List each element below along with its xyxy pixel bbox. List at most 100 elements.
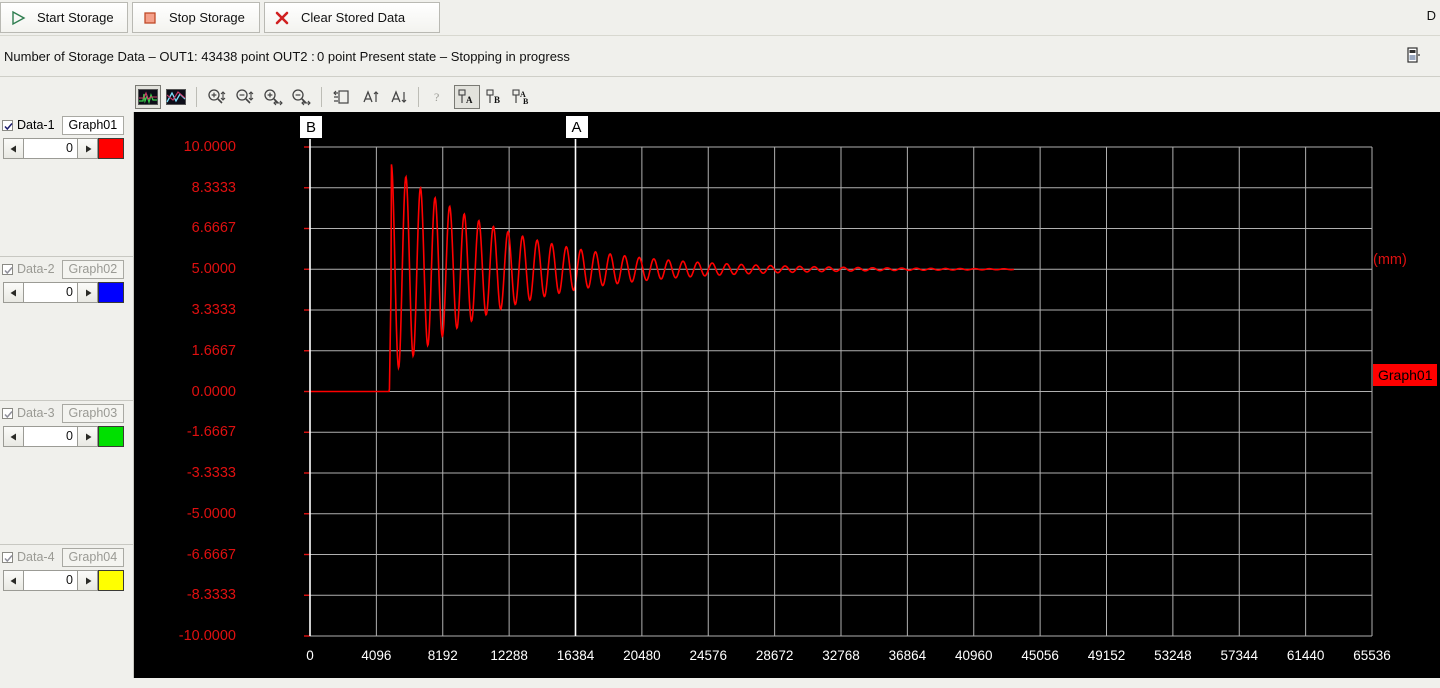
data-channel-panel: Data‑1 Graph01 0 Data‑2 Graph02 0 Data‑3 Graph0…	[0, 112, 134, 678]
zoom-out-vertical-icon[interactable]	[232, 85, 258, 109]
zoom-out-horizontal-icon[interactable]	[288, 85, 314, 109]
toolbar-separator	[196, 87, 197, 107]
channel-graph-name-field[interactable]: Graph02	[61, 259, 125, 279]
stepper-left-arrow-icon[interactable]	[3, 138, 24, 159]
graph-toolbar: ? A B A B	[134, 82, 1440, 112]
data-channel-block: Data‑1 Graph01 0	[0, 112, 134, 256]
channel-offset-value[interactable]: 0	[24, 426, 77, 447]
channel-enable-checkbox[interactable]	[2, 407, 13, 419]
top-toolbar: Start Storage Stop Storage Clear Stored …	[0, 0, 1440, 36]
channel-color-swatch[interactable]	[98, 570, 124, 591]
present-state-status: 0 point Present state – Stopping in prog…	[317, 49, 570, 64]
red-cross-icon	[273, 9, 291, 27]
help-cursor-icon[interactable]: ?	[426, 85, 452, 109]
x-axis-tick-label: 40960	[954, 648, 993, 663]
plot-canvas	[304, 122, 1373, 637]
svg-text:B: B	[494, 95, 500, 105]
channel-graph-name-field[interactable]: Graph04	[61, 547, 125, 567]
x-axis-tick-label: 57344	[1220, 648, 1259, 663]
channel-offset-stepper: 0	[3, 570, 124, 591]
dock-panel-label: D	[1426, 8, 1436, 23]
zoom-in-vertical-icon[interactable]	[204, 85, 230, 109]
x-axis-tick-label: 0	[306, 648, 314, 663]
x-axis-tick-label: 53248	[1154, 648, 1192, 663]
channel-enable-checkbox[interactable]	[2, 119, 13, 131]
channel-header: Data‑4 Graph04	[0, 547, 134, 567]
cursor-b-handle[interactable]: B	[299, 115, 323, 139]
channel-name-label: Data‑2	[17, 262, 55, 276]
fit-scale-icon[interactable]	[329, 85, 355, 109]
data-channel-block: Data‑4 Graph04 0	[0, 544, 134, 688]
graph-plot-area[interactable]: 10.0000 8.3333 6.6667 5.0000 3.3333 1.6667 0.0…	[134, 112, 1440, 678]
legend-graph01[interactable]: Graph01	[1373, 364, 1438, 386]
play-triangle-icon	[9, 9, 27, 27]
stepper-right-arrow-icon[interactable]	[77, 426, 98, 447]
y-axis-tick-label: -10.0000	[178, 628, 236, 644]
y-axis-tick-label: 3.3333	[191, 302, 236, 318]
x-axis-tick-label: 24576	[689, 648, 728, 663]
start-storage-button[interactable]: Start Storage	[0, 2, 128, 33]
channel-offset-value[interactable]: 0	[24, 138, 77, 159]
y-axis-tick-label: -5.0000	[186, 505, 236, 522]
scale-up-icon[interactable]	[357, 85, 383, 109]
channel-offset-stepper: 0	[3, 138, 124, 159]
channel-name-label: Data‑1	[17, 118, 55, 132]
stepper-left-arrow-icon[interactable]	[3, 570, 24, 591]
x-axis-tick-label: 16384	[556, 648, 595, 663]
channel-color-swatch[interactable]	[98, 426, 124, 447]
x-axis-tick-label: 65536	[1353, 648, 1391, 663]
graph-display-1-icon[interactable]	[135, 85, 161, 109]
channel-graph-name-field[interactable]: Graph01	[61, 115, 125, 135]
clear-stored-data-label: Clear Stored Data	[301, 10, 406, 25]
channel-offset-stepper: 0	[3, 426, 124, 447]
stop-storage-label: Stop Storage	[169, 10, 245, 25]
y-axis-tick-label: -3.3333	[186, 464, 236, 481]
x-axis-tick-label: 61440	[1286, 648, 1325, 663]
y-axis-unit-label: (mm)	[1373, 252, 1407, 268]
x-axis-tick-label: 8192	[427, 648, 458, 663]
y-axis-tick-label: -8.3333	[186, 587, 236, 604]
print-icon[interactable]	[1404, 44, 1438, 66]
cursor-b-icon[interactable]: B	[482, 85, 508, 109]
stepper-right-arrow-icon[interactable]	[77, 570, 98, 591]
toolbar-separator	[321, 87, 322, 107]
toolbar-separator	[418, 87, 419, 107]
channel-enable-checkbox[interactable]	[2, 263, 13, 275]
x-axis-tick-label: 49152	[1087, 648, 1126, 663]
cursor-ab-icon[interactable]: A B	[510, 85, 536, 109]
channel-graph-name-field[interactable]: Graph03	[61, 403, 125, 423]
y-axis-labels: 10.0000 8.3333 6.6667 5.0000 3.3333 1.6667 0.0…	[134, 112, 310, 678]
scale-down-icon[interactable]	[385, 85, 411, 109]
clear-stored-data-button[interactable]: Clear Stored Data	[264, 2, 440, 33]
cursor-a-icon[interactable]: A	[454, 85, 480, 109]
channel-header: Data‑3 Graph03	[0, 403, 134, 423]
stepper-left-arrow-icon[interactable]	[3, 282, 24, 303]
svg-text:A: A	[466, 95, 473, 105]
graph-display-2-icon[interactable]	[163, 85, 189, 109]
y-axis-tick-label: 1.6667	[191, 342, 236, 359]
x-axis-tick-label: 36864	[888, 648, 927, 663]
channel-offset-stepper: 0	[3, 282, 124, 303]
y-axis-tick-label: 6.6667	[191, 220, 236, 237]
svg-text:?: ?	[434, 90, 439, 104]
channel-offset-value[interactable]: 0	[24, 282, 77, 303]
x-axis-tick-label: 4096	[361, 648, 392, 663]
channel-divider	[0, 544, 134, 545]
x-axis-tick-label: 32768	[822, 648, 860, 663]
stepper-right-arrow-icon[interactable]	[77, 282, 98, 303]
channel-name-label: Data‑3	[17, 406, 55, 420]
channel-enable-checkbox[interactable]	[2, 551, 13, 563]
channel-name-label: Data‑4	[17, 550, 55, 564]
channel-color-swatch[interactable]	[98, 282, 124, 303]
zoom-in-horizontal-icon[interactable]	[260, 85, 286, 109]
channel-header: Data‑2 Graph02	[0, 259, 134, 279]
stop-storage-button[interactable]: Stop Storage	[132, 2, 260, 33]
channel-divider	[0, 400, 134, 401]
stepper-left-arrow-icon[interactable]	[3, 426, 24, 447]
channel-color-swatch[interactable]	[98, 138, 124, 159]
storage-count-status: Number of Storage Data – OUT1: 43438 poi…	[4, 49, 315, 64]
cursor-a-handle[interactable]: A	[564, 115, 589, 139]
stepper-right-arrow-icon[interactable]	[77, 138, 98, 159]
channel-offset-value[interactable]: 0	[24, 570, 77, 591]
svg-text:B: B	[523, 97, 529, 106]
